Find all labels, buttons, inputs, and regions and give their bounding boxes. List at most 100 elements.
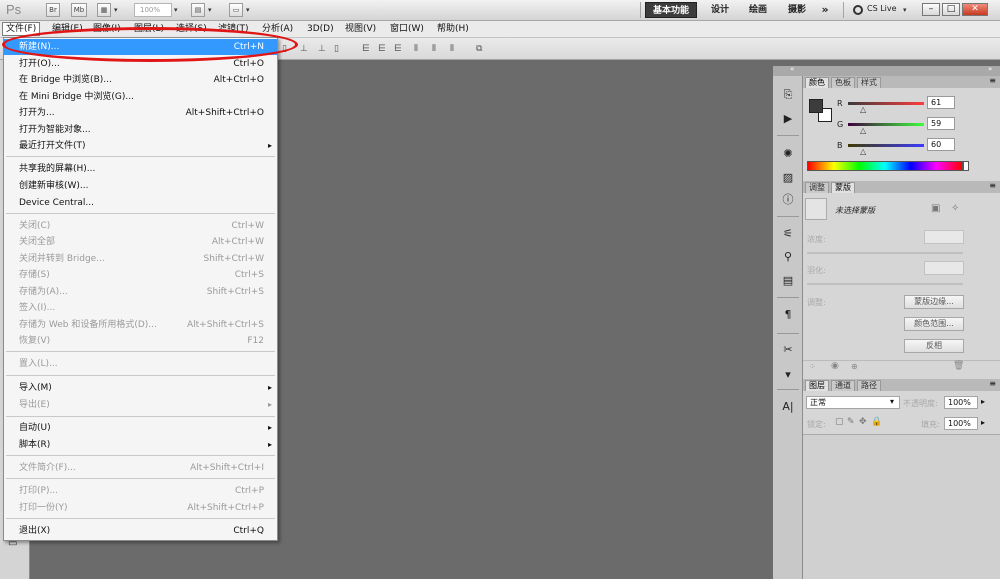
color-spectrum-bar[interactable] [807, 161, 963, 171]
panel-collapse-bar[interactable]: « » [773, 65, 1000, 76]
green-value-field[interactable]: 59 [927, 117, 955, 130]
tab-paths[interactable]: 路径 [857, 380, 881, 391]
menu-item-browse-bridge[interactable]: 在 Bridge 中浏览(B)... Alt+Ctrl+O [4, 72, 277, 88]
apply-mask-icon[interactable]: ⊕ [851, 362, 858, 371]
menu-item-import[interactable]: 导入(M) ▸ [4, 380, 277, 396]
auto-align-icon[interactable]: ⧉ [476, 44, 482, 54]
clone-source-icon[interactable]: ⚲ [778, 248, 798, 266]
paragraph-icon[interactable]: ¶ [778, 306, 798, 324]
align-left-icon[interactable]: ▯ [334, 44, 339, 54]
green-slider-thumb[interactable]: △ [860, 127, 866, 135]
close-button[interactable]: ✕ [962, 3, 988, 16]
workspace-painting-button[interactable]: 绘画 [743, 2, 773, 18]
menu-item-scripts[interactable]: 脚本(R) ▸ [4, 437, 277, 453]
histogram-icon[interactable]: ▨ [778, 169, 798, 187]
tab-swatches[interactable]: 色板 [831, 77, 855, 88]
menu-item-open-as[interactable]: 打开为... Alt+Shift+Ctrl+O [4, 105, 277, 121]
menu-item-exit[interactable]: 退出(X) Ctrl+Q [4, 523, 277, 539]
brush-presets-icon[interactable]: ⚟ [778, 225, 798, 243]
chevron-down-icon[interactable]: ▾ [174, 6, 178, 14]
chevron-down-icon[interactable]: ▾ [208, 6, 212, 14]
menu-item-revert[interactable]: 恢复(V) F12 [4, 333, 277, 349]
zoom-level-field[interactable]: 100% [134, 3, 172, 17]
load-selection-icon[interactable]: ⁘ [809, 362, 816, 371]
menu-item-place[interactable]: 置入(L)... [4, 356, 277, 372]
color-range-button[interactable]: 颜色范围... [904, 317, 964, 331]
tool-presets-icon[interactable]: ▤ [778, 272, 798, 290]
actions-icon[interactable]: ▶ [778, 110, 798, 128]
swatch-stack-icon[interactable]: ▾ [778, 366, 798, 384]
distribute-vcenter-icon[interactable]: ⋿ [378, 44, 386, 54]
distribute-top-icon[interactable]: ⋿ [362, 44, 370, 54]
menu-view[interactable]: 视图(V) [345, 23, 376, 35]
opacity-field[interactable]: 100% [944, 396, 978, 409]
bridge-icon[interactable]: Br [46, 3, 60, 17]
lock-image-icon[interactable]: ✎ [847, 417, 855, 427]
tab-layers[interactable]: 图层 [805, 380, 829, 391]
menu-item-close[interactable]: 关闭(C) Ctrl+W [4, 218, 277, 234]
arrange-documents-icon[interactable]: ▤ [191, 3, 205, 17]
blue-value-field[interactable]: 60 [927, 138, 955, 151]
workspace-essentials-button[interactable]: 基本功能 [645, 2, 697, 18]
menu-window[interactable]: 窗口(W) [390, 23, 424, 35]
menu-item-automate[interactable]: 自动(U) ▸ [4, 420, 277, 436]
distribute-hcenter-icon[interactable]: ⦀ [432, 44, 436, 54]
mini-bridge-icon[interactable]: Mb [71, 3, 87, 17]
invert-button[interactable]: 反相 [904, 339, 964, 353]
menu-help[interactable]: 帮助(H) [437, 23, 469, 35]
chevron-down-icon[interactable]: ▾ [903, 6, 907, 14]
expand-icon[interactable]: » [988, 65, 992, 73]
vector-mask-icon[interactable]: ✧ [951, 203, 959, 214]
menu-item-print-one-copy[interactable]: 打印一份(Y) Alt+Shift+Ctrl+P [4, 500, 277, 516]
tab-color[interactable]: 颜色 [805, 77, 829, 88]
menu-item-save-for-web[interactable]: 存储为 Web 和设备所用格式(D)... Alt+Shift+Ctrl+S [4, 317, 277, 333]
distribute-left-icon[interactable]: ⦀ [414, 44, 418, 54]
more-workspaces-icon[interactable]: » [816, 2, 834, 18]
align-bottom-icon[interactable]: ⊥ [318, 44, 326, 54]
chevron-right-icon[interactable]: ▸ [981, 418, 985, 427]
menu-item-open-smart-object[interactable]: 打开为智能对象... [4, 122, 277, 138]
character-icon[interactable]: A| [778, 398, 798, 416]
chevron-right-icon[interactable]: ▸ [981, 397, 985, 406]
tab-masks[interactable]: 蒙版 [831, 182, 855, 193]
distribute-right-icon[interactable]: ⦀ [450, 44, 454, 54]
minimize-button[interactable]: – [922, 3, 940, 16]
info-icon[interactable]: ⓘ [778, 191, 798, 209]
menu-item-device-central[interactable]: Device Central... [4, 195, 277, 211]
feather-field[interactable] [924, 261, 964, 275]
history-icon[interactable]: ⎘ [778, 86, 798, 104]
panel-menu-icon[interactable]: ≡ [989, 181, 996, 190]
menu-item-save-as[interactable]: 存储为(A)... Shift+Ctrl+S [4, 284, 277, 300]
foreground-color-swatch[interactable] [809, 99, 823, 113]
panel-menu-icon[interactable]: ≡ [989, 76, 996, 85]
red-slider-thumb[interactable]: △ [860, 106, 866, 114]
align-vcenter-icon[interactable]: ⊥ [300, 44, 308, 54]
red-value-field[interactable]: 61 [927, 96, 955, 109]
navigator-icon[interactable]: ✺ [778, 145, 798, 163]
menu-item-create-review[interactable]: 创建新审核(W)... [4, 178, 277, 194]
menu-item-check-in[interactable]: 签入(I)... [4, 300, 277, 316]
chevron-down-icon[interactable]: ▾ [114, 6, 118, 14]
feather-slider[interactable] [807, 283, 963, 285]
pixel-mask-icon[interactable]: ▣ [931, 203, 940, 214]
menu-item-file-info[interactable]: 文件简介(F)... Alt+Shift+Ctrl+I [4, 460, 277, 476]
menu-3d[interactable]: 3D(D) [307, 23, 334, 35]
menu-item-save[interactable]: 存储(S) Ctrl+S [4, 267, 277, 283]
mask-edge-button[interactable]: 蒙版边缘... [904, 295, 964, 309]
extras-icon[interactable]: ▦ [97, 3, 111, 17]
tab-styles[interactable]: 样式 [857, 77, 881, 88]
collapse-icon[interactable]: « [790, 65, 794, 73]
chevron-down-icon[interactable]: ▾ [246, 6, 250, 14]
fill-field[interactable]: 100% [944, 417, 978, 430]
menu-item-export[interactable]: 导出(E) ▸ [4, 397, 277, 413]
workspace-photography-button[interactable]: 摄影 [782, 2, 812, 18]
lock-position-icon[interactable]: ✥ [859, 417, 867, 427]
density-field[interactable] [924, 230, 964, 244]
screen-mode-icon[interactable]: ▭ [229, 3, 243, 17]
tools-icon[interactable]: ✂ [778, 341, 798, 359]
maximize-button[interactable]: □ [942, 3, 960, 16]
blue-slider-thumb[interactable]: △ [860, 148, 866, 156]
black-white-swatch[interactable] [963, 161, 969, 171]
lock-all-icon[interactable]: 🔒 [871, 417, 882, 427]
trash-icon[interactable]: 🗑 [953, 361, 964, 371]
